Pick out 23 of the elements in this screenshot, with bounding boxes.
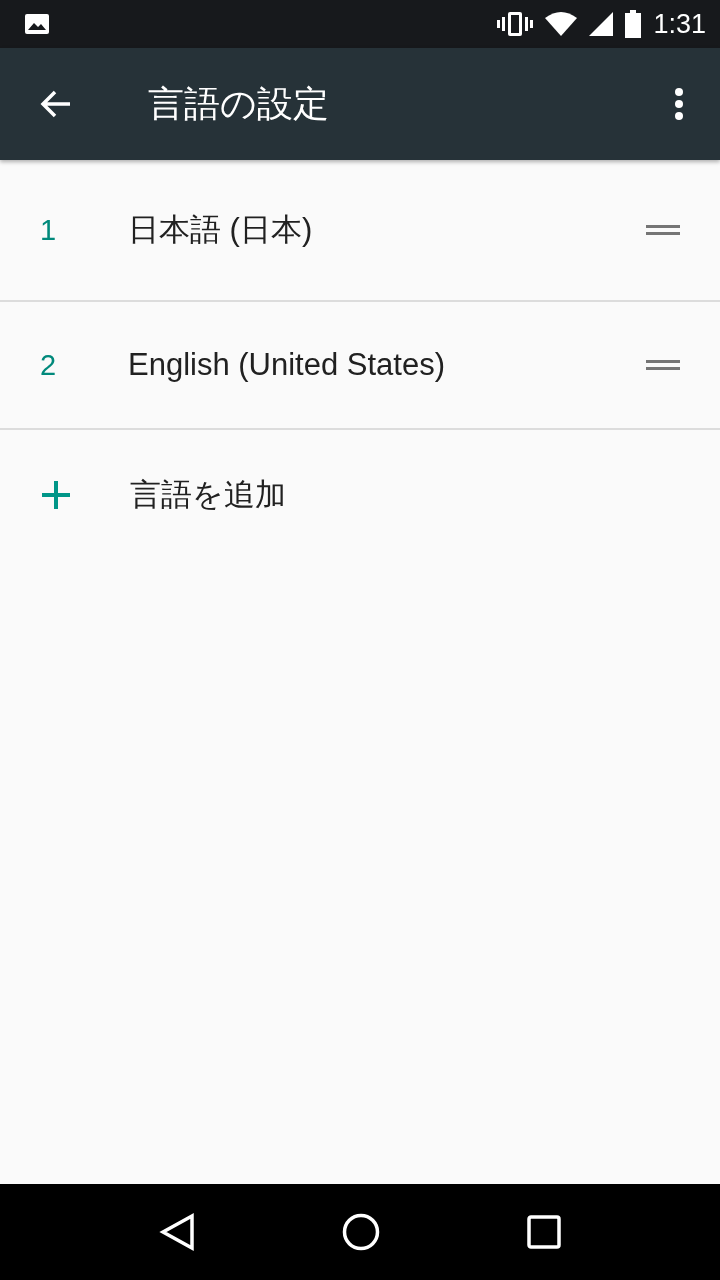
back-arrow-icon[interactable] bbox=[40, 90, 72, 118]
language-name: English (United States) bbox=[128, 347, 447, 383]
language-number: 2 bbox=[38, 348, 58, 382]
add-language-label: 言語を追加 bbox=[130, 476, 287, 514]
status-time: 1:31 bbox=[653, 8, 706, 40]
home-circle-icon[interactable] bbox=[342, 1213, 380, 1251]
plus-icon bbox=[41, 480, 71, 510]
more-options-icon[interactable] bbox=[674, 87, 684, 121]
back-triangle-icon[interactable] bbox=[158, 1213, 195, 1251]
language-name: 日本語 (日本) bbox=[128, 211, 314, 249]
toolbar-title: 言語の設定 bbox=[148, 81, 330, 126]
drag-handle-icon[interactable] bbox=[646, 359, 680, 371]
language-number: 1 bbox=[38, 213, 58, 247]
image-icon bbox=[24, 13, 50, 35]
add-language-item[interactable]: 言語を追加 bbox=[0, 430, 720, 560]
recents-square-icon[interactable] bbox=[527, 1215, 562, 1249]
signal-icon bbox=[589, 12, 614, 36]
language-item[interactable]: 2 English (United States) bbox=[0, 302, 720, 430]
battery-icon bbox=[625, 10, 642, 38]
wifi-icon bbox=[545, 12, 578, 36]
drag-handle-icon[interactable] bbox=[646, 224, 680, 236]
language-item[interactable]: 1 日本語 (日本) bbox=[0, 160, 720, 302]
vibrate-icon bbox=[497, 11, 534, 37]
